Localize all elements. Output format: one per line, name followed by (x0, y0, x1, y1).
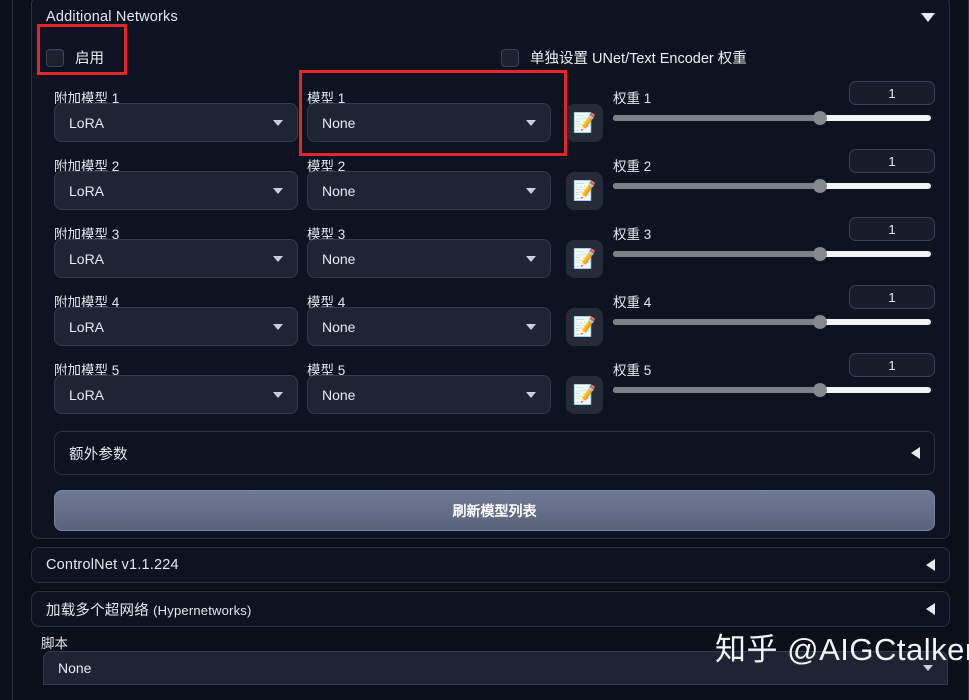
chevron-down-icon[interactable] (921, 12, 935, 22)
module-dropdown-4[interactable]: LoRA (54, 307, 298, 346)
edit-metadata-button-2[interactable]: 📝 (566, 172, 603, 210)
weight-number-5[interactable]: 1 (849, 353, 935, 377)
weight-number-3[interactable]: 1 (849, 217, 935, 241)
model-dropdown-3[interactable]: None (307, 239, 551, 278)
weight-label-4: 权重 4 (613, 295, 652, 310)
module-dropdown-1[interactable]: LoRA (54, 103, 298, 142)
module-dropdown-5[interactable]: LoRA (54, 375, 298, 414)
edit-metadata-button-5[interactable]: 📝 (566, 376, 603, 414)
controlnet-accordion[interactable]: ControlNet v1.1.224 (31, 547, 950, 583)
extra-params-header[interactable]: 额外参数 (55, 432, 934, 474)
model-dropdown-value-4: None (322, 318, 356, 335)
slider-fill (613, 319, 820, 325)
module-dropdown-value-3: LoRA (69, 250, 105, 267)
chevron-down-icon (526, 323, 536, 330)
refresh-model-list-label: 刷新模型列表 (452, 502, 537, 519)
weight-slider-1[interactable] (613, 110, 931, 126)
separate-weights-checkbox-label: 单独设置 UNet/Text Encoder 权重 (530, 51, 747, 67)
enable-checkbox-label: 启用 (75, 51, 104, 67)
hypernetworks-accordion[interactable]: 加载多个超网络 (Hypernetworks) (31, 591, 950, 627)
memo-pencil-icon: 📝 (572, 180, 597, 202)
chevron-left-icon[interactable] (926, 603, 935, 615)
model-dropdown-value-3: None (322, 250, 356, 267)
weight-label-2: 权重 2 (613, 159, 652, 174)
chevron-left-icon[interactable] (926, 559, 935, 571)
edit-metadata-button-3[interactable]: 📝 (566, 240, 603, 278)
controlnet-header[interactable]: ControlNet v1.1.224 (32, 548, 949, 582)
chevron-down-icon (273, 187, 283, 194)
memo-pencil-icon: 📝 (572, 248, 597, 270)
module-dropdown-3[interactable]: LoRA (54, 239, 298, 278)
weight-number-1[interactable]: 1 (849, 81, 935, 105)
memo-pencil-icon: 📝 (572, 316, 597, 338)
slider-fill (613, 251, 820, 257)
weight-slider-2[interactable] (613, 178, 931, 194)
hypernetworks-title: 加载多个超网络 (Hypernetworks) (46, 599, 252, 620)
weight-number-4[interactable]: 1 (849, 285, 935, 309)
weight-number-2[interactable]: 1 (849, 149, 935, 173)
chevron-down-icon (273, 255, 283, 262)
chevron-down-icon (526, 391, 536, 398)
slider-fill (613, 183, 820, 189)
refresh-model-list-button[interactable]: 刷新模型列表 (54, 490, 935, 531)
panel-title: Additional Networks (46, 9, 178, 25)
model-dropdown-5[interactable]: None (307, 375, 551, 414)
slider-fill (613, 387, 820, 393)
model-dropdown-1[interactable]: None (307, 103, 551, 142)
module-dropdown-2[interactable]: LoRA (54, 171, 298, 210)
weight-slider-4[interactable] (613, 314, 931, 330)
weight-slider-3[interactable] (613, 246, 931, 262)
extra-params-title: 额外参数 (69, 446, 128, 463)
slider-thumb[interactable] (812, 315, 827, 329)
chevron-down-icon (273, 119, 283, 126)
separate-weights-checkbox-row[interactable]: 单独设置 UNet/Text Encoder 权重 (501, 47, 747, 68)
chevron-left-icon[interactable] (911, 447, 920, 459)
separate-weights-checkbox[interactable] (501, 48, 519, 67)
slider-thumb[interactable] (812, 383, 827, 397)
model-dropdown-value-2: None (322, 182, 356, 199)
app-root: Additional Networks 启用 单独设置 UNet/Text En… (12, 0, 969, 700)
chevron-down-icon (526, 255, 536, 262)
chevron-down-icon (526, 187, 536, 194)
extra-params-accordion[interactable]: 额外参数 (54, 431, 935, 475)
slider-thumb[interactable] (812, 247, 827, 261)
module-dropdown-value-5: LoRA (69, 386, 105, 403)
chevron-down-icon (273, 323, 283, 330)
memo-pencil-icon: 📝 (572, 112, 597, 134)
slider-thumb[interactable] (812, 111, 827, 125)
model-dropdown-4[interactable]: None (307, 307, 551, 346)
enable-checkbox-row[interactable]: 启用 (46, 47, 104, 68)
edit-metadata-button-4[interactable]: 📝 (566, 308, 603, 346)
hypernetworks-title-main: 加载多个超网络 (46, 602, 154, 619)
slider-thumb[interactable] (812, 179, 827, 193)
weight-slider-5[interactable] (613, 382, 931, 398)
controlnet-title: ControlNet v1.1.224 (46, 557, 179, 573)
hypernetworks-header[interactable]: 加载多个超网络 (Hypernetworks) (32, 592, 949, 626)
chevron-down-icon (526, 119, 536, 126)
model-dropdown-value-1: None (322, 114, 356, 131)
weight-label-3: 权重 3 (613, 227, 652, 242)
watermark-text: 知乎 @AIGCtalker (715, 632, 969, 667)
script-label: 脚本 (41, 636, 68, 651)
module-dropdown-value-4: LoRA (69, 318, 105, 335)
model-dropdown-value-5: None (322, 386, 356, 403)
model-dropdown-2[interactable]: None (307, 171, 551, 210)
chevron-down-icon (273, 391, 283, 398)
memo-pencil-icon: 📝 (572, 384, 597, 406)
weight-label-1: 权重 1 (613, 91, 652, 106)
enable-checkbox[interactable] (46, 48, 64, 67)
module-dropdown-value-1: LoRA (69, 114, 105, 131)
script-dropdown-value: None (58, 660, 92, 676)
edit-metadata-button-1[interactable]: 📝 (566, 104, 603, 142)
weight-label-5: 权重 5 (613, 363, 652, 378)
additional-networks-header[interactable]: Additional Networks (32, 0, 949, 37)
hypernetworks-title-suffix: (Hypernetworks) (153, 602, 252, 618)
slider-fill (613, 115, 820, 121)
module-dropdown-value-2: LoRA (69, 182, 105, 199)
